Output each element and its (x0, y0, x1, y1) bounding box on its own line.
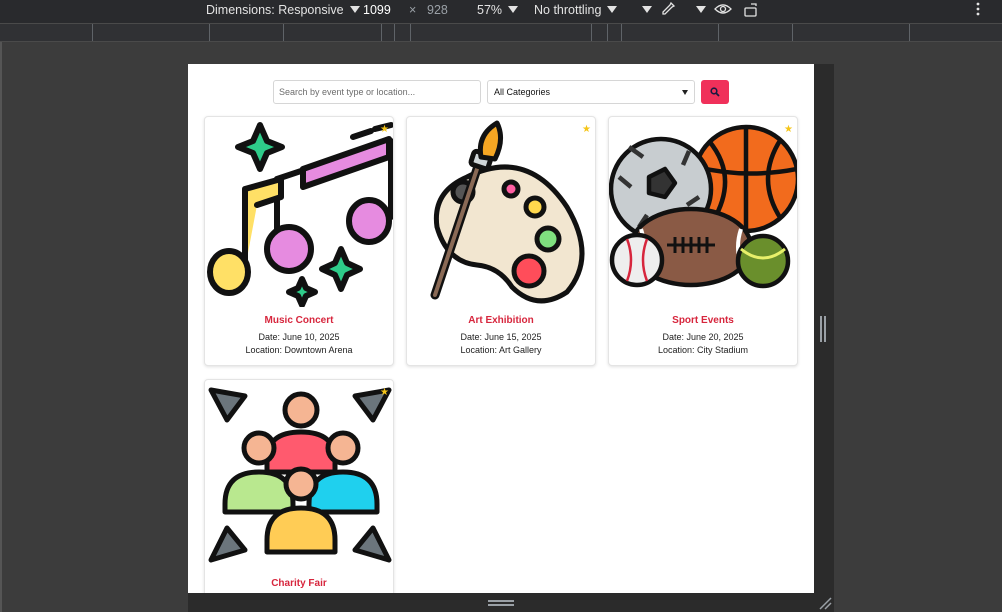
favorite-star-icon[interactable]: ★ (784, 125, 793, 135)
event-location: Location: Downtown Arena (245, 345, 353, 355)
event-location: Location: Art Gallery (460, 345, 542, 355)
devtools-device-toolbar: Dimensions: Responsive 1099 × 928 57% No… (0, 0, 1002, 23)
eyedropper-icon[interactable] (660, 1, 676, 20)
event-card[interactable]: ★ Music Concert Date: June 10, 2025 Loca… (204, 116, 394, 366)
throttling-label: No throttling (534, 3, 602, 17)
favorite-star-icon[interactable]: ★ (582, 125, 591, 135)
dimensions-label: Dimensions: Responsive (206, 3, 344, 17)
ruler-tick (909, 24, 910, 41)
dimensions-dropdown[interactable]: Dimensions: Responsive (206, 3, 360, 17)
favorite-star-icon[interactable]: ★ (380, 125, 389, 135)
ruler-tick (621, 24, 622, 41)
event-title: Sport Events (672, 315, 734, 326)
horizontal-resize-handle[interactable] (820, 316, 826, 342)
chevron-down-icon (696, 6, 706, 13)
rotate-device-icon[interactable] (743, 2, 761, 21)
event-title: Art Exhibition (468, 315, 534, 326)
chevron-down-icon (642, 6, 652, 13)
chevron-down-icon (508, 6, 519, 13)
zoom-label: 57% (477, 3, 503, 17)
search-icon (710, 87, 720, 97)
paint-palette-icon (430, 120, 585, 304)
people-community-icon (208, 387, 392, 563)
search-input[interactable] (273, 80, 481, 104)
corner-resize-icon[interactable] (818, 596, 832, 610)
category-selected-label: All Categories (494, 87, 551, 97)
ruler-tick (283, 24, 284, 41)
zoom-dropdown[interactable]: 57% (477, 3, 519, 17)
ruler-tick (410, 24, 411, 41)
search-button[interactable] (701, 80, 729, 104)
event-card[interactable]: ★ Art Exhibition Date: June 15, 2025 Loc… (406, 116, 596, 366)
ruler-tick (718, 24, 719, 41)
chevron-down-icon (349, 6, 360, 13)
vertical-resize-handle[interactable] (488, 600, 514, 606)
sensors-dropdown[interactable] (690, 3, 706, 17)
media-query-ruler[interactable] (0, 23, 1002, 42)
save-data-dropdown[interactable] (636, 3, 652, 17)
event-title: Music Concert (264, 315, 334, 326)
width-field[interactable]: 1099 (363, 3, 391, 17)
ruler-tick (209, 24, 210, 41)
ruler-tick (92, 24, 93, 41)
sports-balls-icon (609, 124, 797, 289)
more-options-icon[interactable] (975, 1, 981, 20)
category-select[interactable]: All Categories (487, 80, 695, 104)
event-date: Date: June 20, 2025 (662, 332, 744, 342)
event-date: Date: June 15, 2025 (460, 332, 542, 342)
times-separator: × (409, 3, 417, 17)
height-field[interactable]: 928 (427, 3, 448, 17)
event-title: Charity Fair (271, 578, 327, 589)
left-divider (0, 42, 2, 612)
device-viewport: All Categories ★ Music Concert (188, 64, 814, 593)
chevron-down-icon (682, 90, 688, 95)
ruler-tick (381, 24, 382, 41)
ruler-tick (607, 24, 608, 41)
event-date: Date: June 10, 2025 (258, 332, 340, 342)
ruler-tick (792, 24, 793, 41)
vision-deficiency-icon[interactable] (714, 2, 732, 19)
event-card[interactable]: ★ Charity Fair (204, 379, 394, 593)
ruler-tick (394, 24, 395, 41)
event-card[interactable]: ★ Sport Events Date: June 20, 2025 Locat… (608, 116, 798, 366)
favorite-star-icon[interactable]: ★ (380, 388, 389, 398)
event-location: Location: City Stadium (657, 345, 749, 355)
throttling-dropdown[interactable]: No throttling (534, 3, 618, 17)
chevron-down-icon (607, 6, 618, 13)
music-notes-icon (207, 122, 393, 307)
ruler-tick (591, 24, 592, 41)
